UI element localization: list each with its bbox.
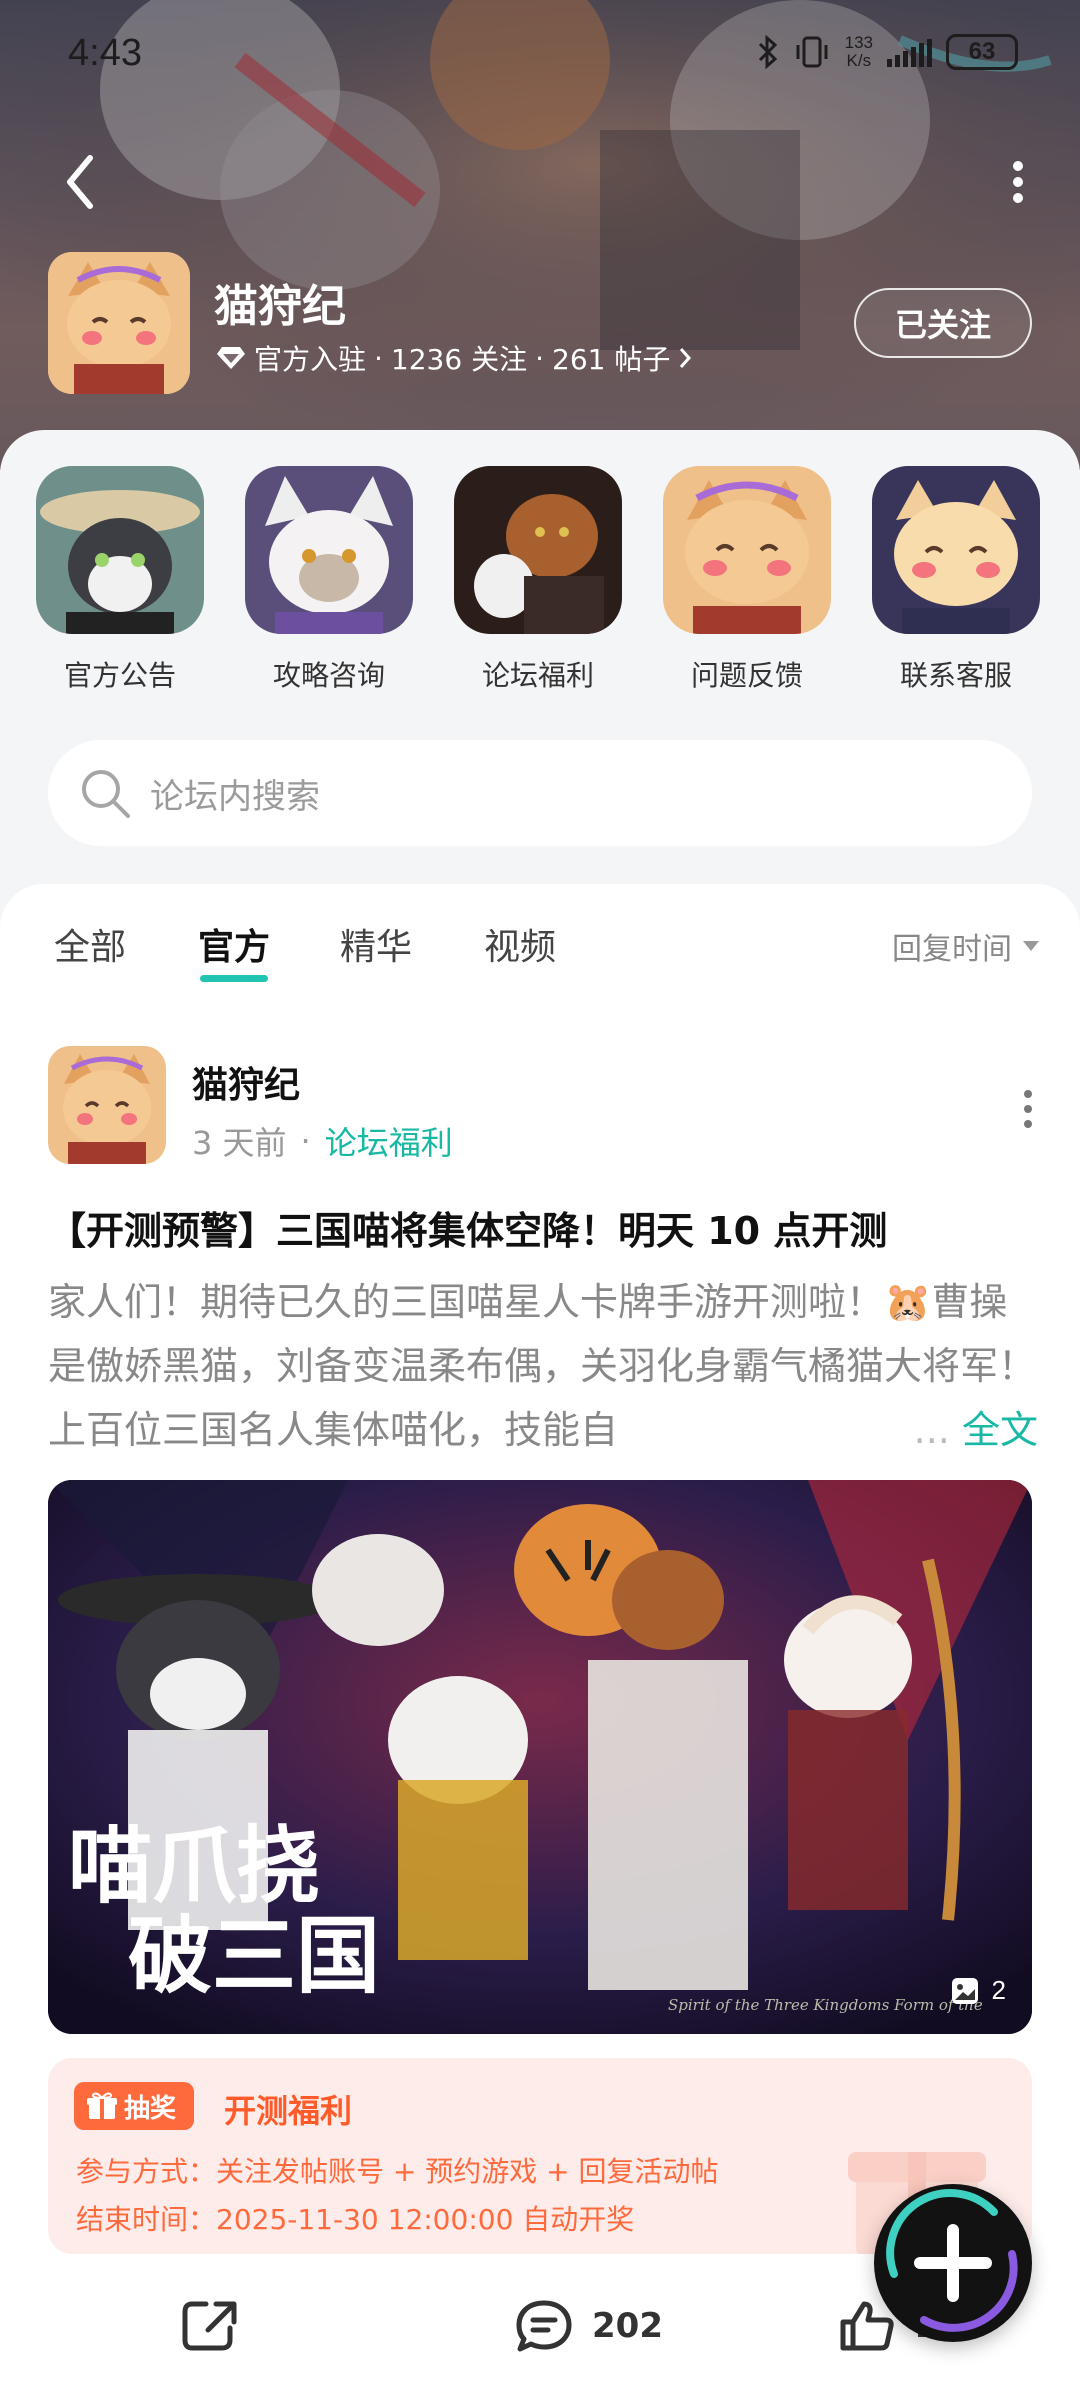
more-vertical-icon [1013,161,1023,203]
image-count-badge: 2 [950,1975,1006,2006]
forum-meta[interactable]: 官方入驻 · 1236 关注 · 261 帖子 [216,338,692,378]
tab-featured[interactable]: 精华 [340,918,412,970]
diamond-icon [217,347,245,369]
channel-official-notice[interactable]: 官方公告 [36,466,204,694]
post-meta: 3 天前 · 论坛福利 [192,1118,453,1164]
lottery-end-time: 结束时间：2025-11-30 12:00:00 自动开奖 [76,2203,635,2236]
full-text-link[interactable]: ... 全文 [863,1398,1038,1462]
channel-welfare[interactable]: 论坛福利 [454,466,622,694]
post-author-avatar[interactable] [48,1046,166,1164]
official-label: 官方入驻 [254,343,367,376]
channel-thumb [36,466,204,634]
sort-dropdown[interactable]: 回复时间 [892,924,1040,968]
tab-official[interactable]: 官方 [198,918,270,982]
channel-thumb [454,466,622,634]
vibrate-icon [796,36,828,68]
image-icon [951,1977,978,2004]
comment-count: 202 [592,2306,663,2346]
comment-button[interactable]: 202 [514,2298,663,2354]
post-category-link[interactable]: 论坛福利 [325,1118,453,1164]
post-time: 3 天前 [192,1124,287,1162]
channel-thumb [663,466,831,634]
status-time: 4:43 [68,32,142,74]
net-speed: 133 K/s [844,33,873,70]
post-image[interactable]: 喵爪挠 破三国 Spirit of the Three Kingdoms For… [48,1480,1032,2034]
post-excerpt[interactable]: 家人们！期待已久的三国喵星人卡牌手游开测啦！🐹曹操是傲娇黑猫，刘备变温柔布偶，关… [48,1270,1038,1462]
post-feed: 全部 官方 精华 视频 回复时间 猫狩纪 3 天前 · 论坛福利 【开测预警】三… [0,884,1080,2403]
search-placeholder: 论坛内搜索 [150,776,320,817]
back-button[interactable] [56,150,104,214]
follow-count: 1236 关注 [390,343,528,376]
share-button[interactable] [180,2298,240,2354]
channel-thumb [245,466,413,634]
forum-header: 4:43 133 K/s 63 猫狩纪 官方入驻 · 1236 关注 · 261… [0,0,1080,470]
lottery-badge: 抽奖 [74,2082,195,2130]
calligraphy-line-2: 破三国 [128,1906,380,2005]
channel-section: 官方公告 攻略咨询 论坛福利 问题反馈 联系客服 论坛内搜索 [0,430,1080,880]
lottery-title: 开测福利 [224,2092,353,2130]
image-caption: Spirit of the Three Kingdoms Form of the [668,1996,983,2014]
post-count: 261 帖子 [552,343,671,376]
forum-search-bar[interactable]: 论坛内搜索 [48,740,1032,846]
share-icon [182,2301,237,2351]
more-options-button[interactable] [998,150,1038,214]
comment-icon [516,2300,572,2352]
channel-customer-service[interactable]: 联系客服 [872,466,1040,694]
feed-tabs: 全部 官方 精华 视频 回复时间 [0,884,1080,1004]
caret-down-icon [1023,941,1039,951]
bluetooth-icon [758,35,777,69]
post-more-button[interactable] [1016,1084,1040,1134]
follow-button[interactable]: 已关注 [854,288,1032,358]
chevron-left-icon [67,155,93,209]
status-bar: 4:43 133 K/s 63 [0,28,1080,84]
post-title[interactable]: 【开测预警】三国喵将集体空降！明天 10 点开测 [48,1200,1038,1255]
signal-icon [887,37,932,67]
calligraphy-line-1: 喵爪挠 [68,1816,320,1915]
post-cover-illustration: 喵爪挠 破三国 Spirit of the Three Kingdoms For… [48,1480,1032,2034]
channel-thumb [872,466,1040,634]
gift-icon [87,2092,117,2119]
channel-feedback[interactable]: 问题反馈 [663,466,831,694]
tab-all[interactable]: 全部 [54,918,126,970]
channel-strategy[interactable]: 攻略咨询 [245,466,413,694]
lottery-method: 参与方式：关注发帖账号 + 预约游戏 + 回复活动帖 [76,2155,719,2188]
forum-avatar[interactable] [48,252,190,394]
forum-title: 猫狩纪 [214,281,346,332]
tab-video[interactable]: 视频 [484,918,556,970]
plus-icon [886,2189,1018,2332]
battery-icon: 63 [946,34,1018,70]
create-post-button[interactable] [874,2184,1032,2342]
active-tab-indicator [200,975,269,982]
search-icon [82,770,130,818]
chevron-right-icon [680,348,692,368]
post-author-name[interactable]: 猫狩纪 [192,1056,300,1108]
